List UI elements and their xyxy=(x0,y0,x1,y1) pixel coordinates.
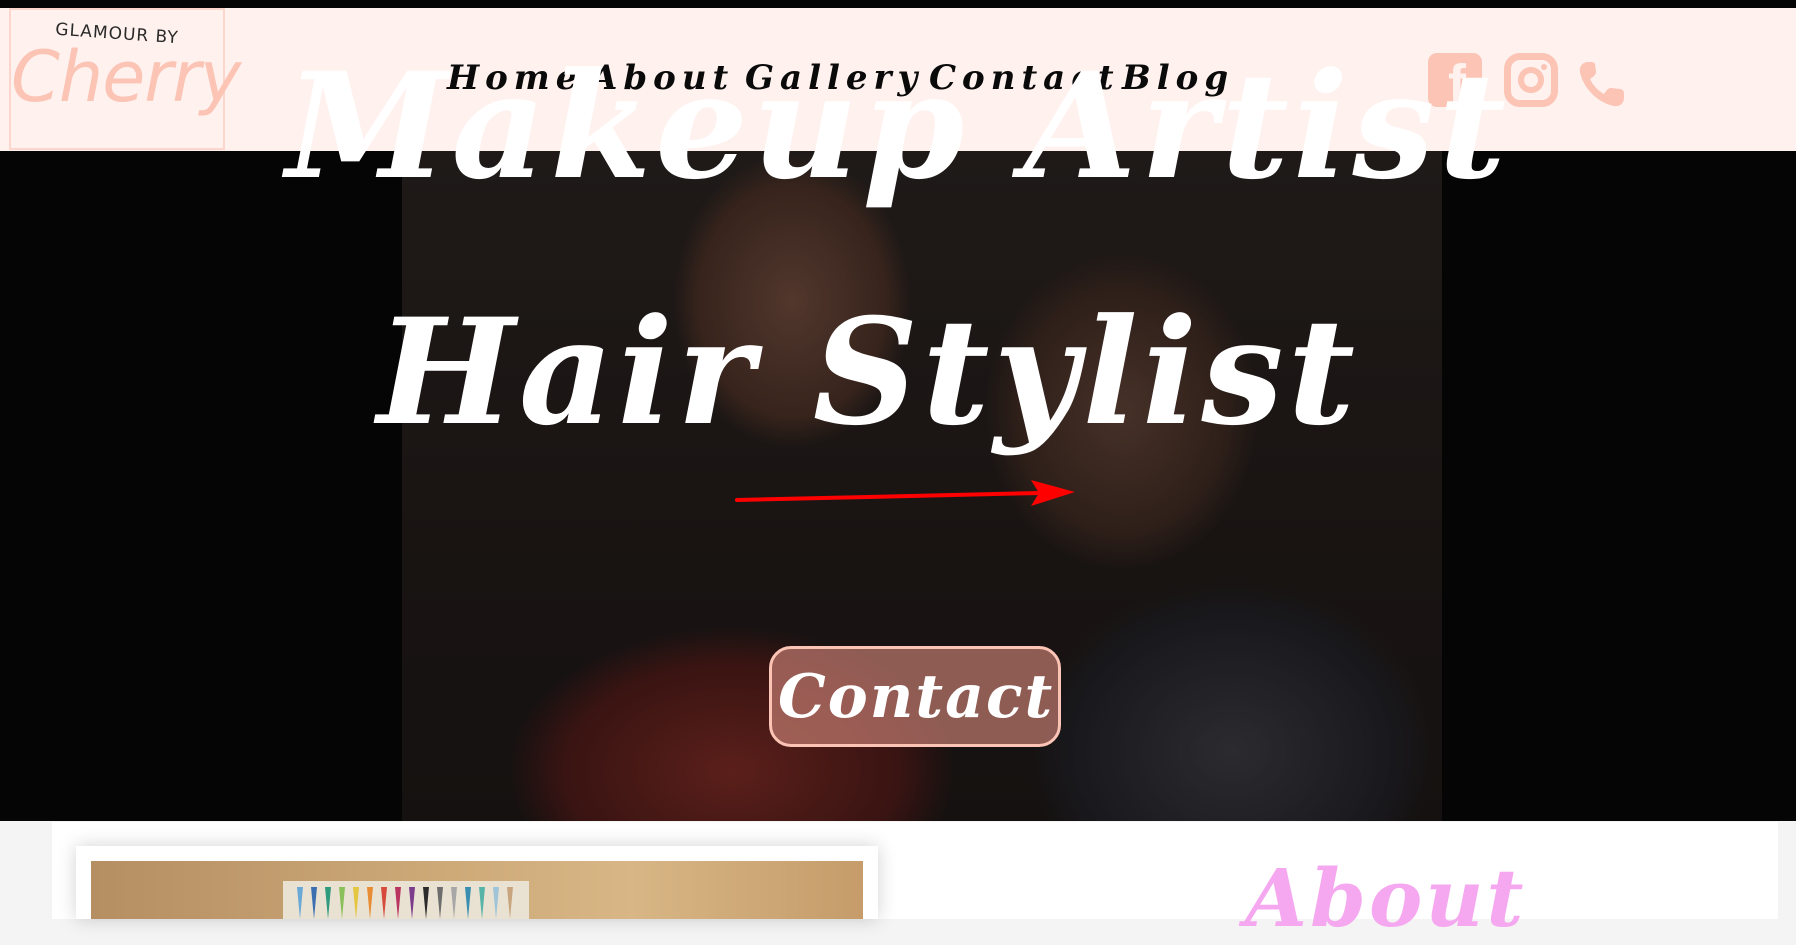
hero-contact-button[interactable]: Contact xyxy=(769,646,1061,747)
wall-art-swatches xyxy=(283,881,529,919)
about-photo xyxy=(91,861,863,919)
annotation-arrow xyxy=(735,480,1075,506)
top-border-bar xyxy=(0,0,1796,8)
hero-title-line1: Makeup Artist xyxy=(285,41,1511,212)
about-heading: About xyxy=(1245,851,1527,945)
hero-title-line2: Hair Stylist xyxy=(376,287,1360,458)
